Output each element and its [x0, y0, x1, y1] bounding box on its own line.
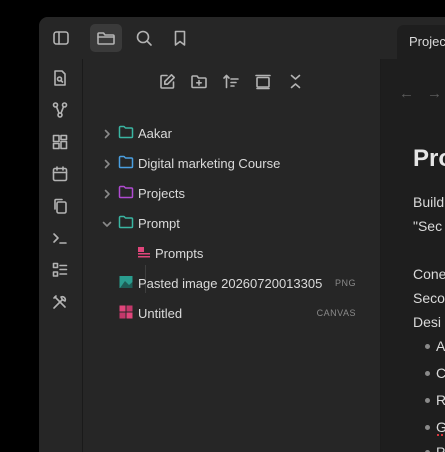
folder-name: Projects: [138, 186, 185, 201]
folder-name: Digital marketing Course: [138, 156, 281, 171]
collapse-icon: [290, 74, 300, 88]
folder-open-icon: [97, 32, 115, 45]
folder-icon: [118, 125, 134, 139]
change-sort-order-button[interactable]: [218, 68, 244, 94]
open-quick-switcher-button[interactable]: [45, 64, 75, 92]
copy-icon: [54, 198, 67, 214]
file-type-badge: PNG: [334, 278, 356, 288]
app-window: Project: [39, 17, 445, 452]
note-line: Seco: [413, 290, 445, 306]
graph-icon: [52, 102, 68, 118]
file-item-prompts[interactable]: Prompts: [83, 239, 380, 267]
editor-pane: ← → Pro Build "Sec Cone Seco Desi A C R …: [381, 59, 445, 452]
folder-icon: [118, 215, 134, 229]
bullet-marker: [425, 344, 430, 349]
auto-reveal-button[interactable]: [250, 68, 276, 94]
plugin-tools-button[interactable]: [45, 288, 75, 316]
open-canvas-button[interactable]: [45, 128, 75, 156]
navigate-forward-icon[interactable]: →: [427, 85, 442, 102]
bullet-text: R: [436, 392, 445, 408]
note-line: "Sec: [413, 218, 443, 234]
sort-icon: [223, 74, 239, 88]
terminal-icon: [53, 233, 67, 244]
folder-item-projects[interactable]: Projects: [83, 179, 380, 207]
chevron-right-icon: [101, 187, 113, 199]
bullet-marker: [425, 425, 430, 430]
chevron-right-icon: [101, 127, 113, 139]
canvas-icon: [136, 245, 152, 259]
spellcheck-underline: [437, 431, 445, 436]
open-command-palette-button[interactable]: [45, 224, 75, 252]
canvas-icon: [118, 305, 134, 319]
collapse-all-button[interactable]: [282, 68, 308, 94]
folder-icon: [118, 155, 134, 169]
calendar-icon: [52, 166, 68, 182]
bookmarks-button[interactable]: [164, 24, 196, 52]
folder-name: Prompt: [138, 216, 180, 231]
bookmark-icon: [174, 30, 186, 46]
open-outline-button[interactable]: [45, 256, 75, 284]
file-name: Untitled: [138, 306, 183, 321]
new-note-icon: [159, 73, 175, 89]
bullet-text: A: [436, 338, 445, 354]
chevron-right-icon: [101, 157, 113, 169]
note-title: Pro: [413, 145, 445, 172]
folder-name: Aakar: [138, 126, 172, 141]
title-bar: Project: [39, 17, 445, 59]
file-item-pasted-image[interactable]: Pasted image 20260720013305 PNG: [83, 269, 380, 297]
chevron-down-icon: [101, 217, 113, 229]
folder-item-prompt[interactable]: Prompt: [83, 209, 380, 237]
open-graph-view-button[interactable]: [45, 96, 75, 124]
list-checks-icon: [52, 262, 68, 277]
dashboard-icon: [52, 134, 68, 150]
note-line: Cone: [413, 266, 445, 282]
tab-label: Project: [409, 34, 445, 49]
tab-project[interactable]: Project: [397, 25, 445, 59]
open-daily-note-button[interactable]: [45, 160, 75, 188]
toggle-sidebar-button[interactable]: [45, 24, 77, 52]
new-folder-button[interactable]: [186, 68, 212, 94]
note-line: Desi: [413, 314, 442, 330]
note-line: Build: [413, 194, 445, 210]
folder-plus-icon: [191, 74, 207, 88]
bullet-marker: [425, 398, 430, 403]
sidebar-toggle-icon: [53, 31, 69, 45]
bullet-text: C: [436, 365, 445, 381]
new-note-button[interactable]: [154, 68, 180, 94]
file-type-badge: CANVAS: [316, 308, 356, 318]
file-name: Pasted image 20260720013305: [138, 276, 323, 291]
bullet-marker: [425, 371, 430, 376]
navigate-back-icon[interactable]: ←: [399, 85, 414, 102]
folder-item-aakar[interactable]: Aakar: [83, 119, 380, 147]
file-name: Prompts: [155, 246, 204, 261]
image-icon: [118, 275, 134, 289]
file-search-icon: [54, 70, 66, 86]
files-view-button[interactable]: [90, 24, 122, 52]
file-item-untitled[interactable]: Untitled CANVAS: [83, 299, 380, 327]
reveal-file-icon: [255, 74, 271, 89]
tools-icon: [53, 295, 67, 309]
folder-item-digital-marketing-course[interactable]: Digital marketing Course: [83, 149, 380, 177]
ribbon: [39, 59, 83, 452]
search-icon: [136, 30, 152, 46]
file-explorer: Aakar Digital marketing Course Projects: [83, 59, 381, 452]
bullet-text: P: [436, 444, 445, 452]
folder-icon: [118, 185, 134, 199]
search-button[interactable]: [128, 24, 160, 52]
insert-template-button[interactable]: [45, 192, 75, 220]
